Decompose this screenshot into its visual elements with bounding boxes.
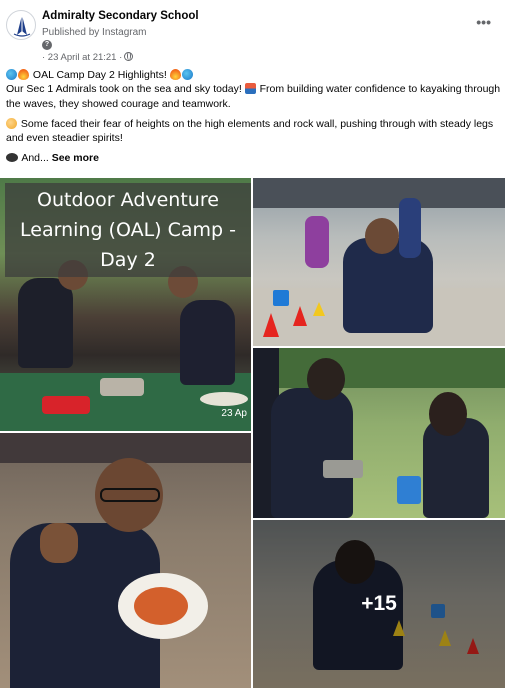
more-options-icon[interactable]: ••• [476, 14, 491, 30]
photo-boy-with-plate[interactable] [0, 433, 251, 688]
flexed-biceps-emoji-icon [6, 117, 17, 129]
publisher-label: Published by Instagram [42, 27, 147, 38]
paragraph-3-text: And... [21, 152, 49, 165]
photo-date-stamp: 23 Ap [221, 408, 247, 419]
page-name[interactable]: Admiralty Secondary School [42, 10, 199, 22]
paragraph-2-text: Some faced their fear of heights on the … [6, 117, 494, 145]
fire-emoji-icon [18, 69, 29, 80]
see-more-link[interactable]: See more [52, 152, 99, 164]
school-logo-icon [13, 15, 31, 37]
photo-girls-activity[interactable] [253, 348, 505, 518]
post-paragraph-3: And... See more [6, 151, 501, 165]
page-avatar[interactable] [6, 10, 36, 40]
post-body: OAL Camp Day 2 Highlights! Our Sec 1 Adm… [6, 68, 501, 172]
post-meta: ? · 23 April at 21:21 · [42, 40, 242, 64]
pin-icon: ? [42, 40, 52, 50]
boat-emoji-icon [244, 83, 256, 95]
more-photos-count[interactable]: +15 [253, 520, 505, 688]
post-header: Admiralty Secondary School Published by … [0, 0, 505, 64]
post-paragraph-2: Some faced their fear of heights on the … [6, 117, 501, 146]
photo-grid: Outdoor Adventure Learning (OAL) Camp - … [0, 178, 505, 688]
wave-emoji-icon [6, 69, 17, 80]
wave-emoji-icon [181, 69, 193, 80]
photo-more[interactable]: +15 [253, 520, 505, 688]
globe-icon [124, 52, 134, 61]
post-title-line: OAL Camp Day 2 Highlights! [6, 68, 501, 82]
post-title: OAL Camp Day 2 Highlights! [32, 69, 167, 81]
fire-emoji-icon [169, 69, 181, 80]
paragraph-1-text: Our Sec 1 Admirals took on the sea and s… [6, 83, 242, 96]
photo-cooking[interactable]: Outdoor Adventure Learning (OAL) Camp - … [0, 178, 251, 431]
post-timestamp[interactable]: · 23 April at 21:21 · [42, 52, 134, 63]
timestamp-text: · 23 April at 21:21 · [42, 52, 123, 63]
speech-bubble-emoji-icon [6, 153, 18, 163]
post-paragraph-1: Our Sec 1 Admirals took on the sea and s… [6, 82, 501, 111]
photo-cone-activity[interactable] [253, 178, 505, 346]
photo-overlay-title: Outdoor Adventure Learning (OAL) Camp - … [5, 183, 251, 277]
